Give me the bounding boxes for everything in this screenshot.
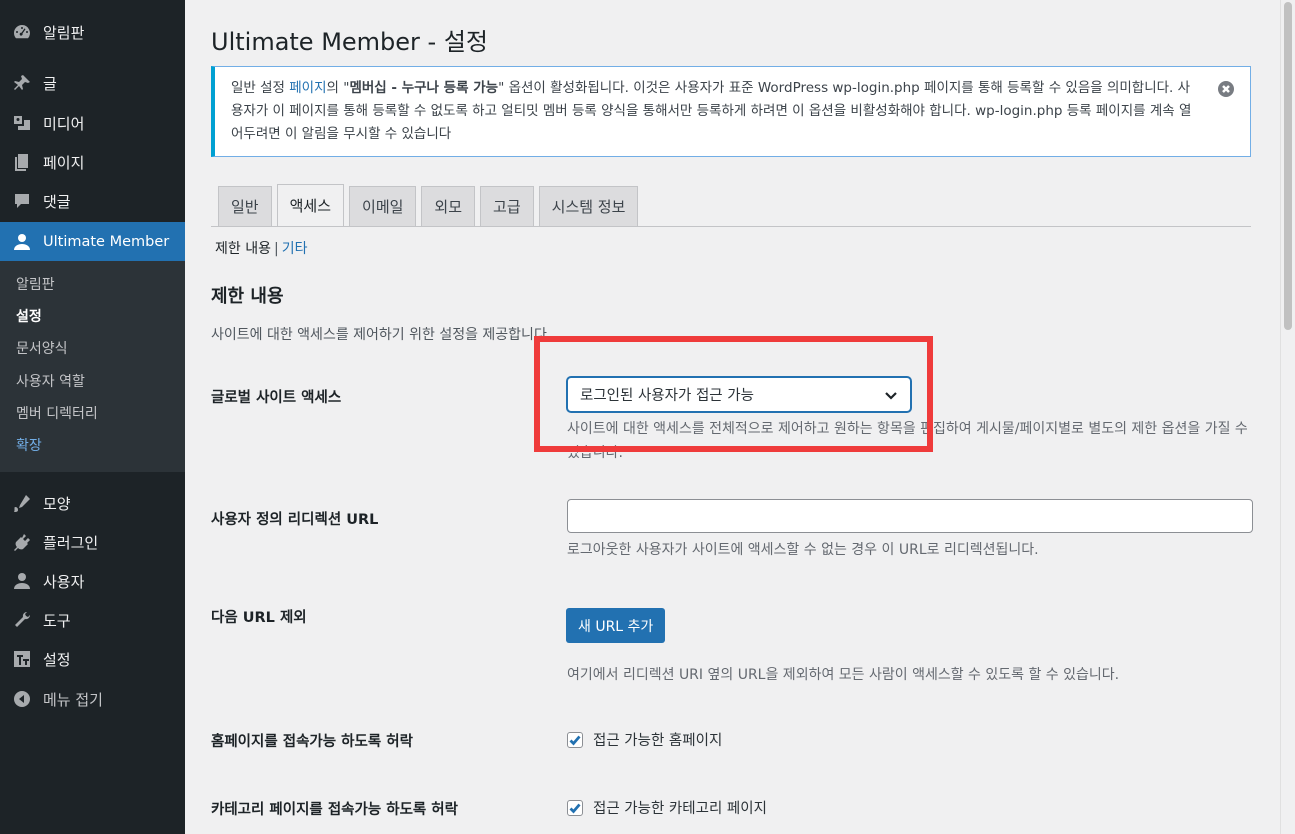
tab-appearance[interactable]: 외모 bbox=[421, 186, 476, 226]
global-access-selected-value: 로그인된 사용자가 접근 가능 bbox=[580, 388, 754, 404]
sidebar-item-plugins[interactable]: 플러그인 bbox=[0, 523, 185, 561]
settings-tabs: 일반 액세스 이메일 외모 고급 시스템 정보 bbox=[218, 184, 643, 226]
chevron-down-icon bbox=[885, 391, 897, 400]
sidebar-submenu: 알림판 설정 문서양식 사용자 역할 멤버 디렉터리 확장 bbox=[0, 261, 185, 472]
sidebar-item-media[interactable]: 미디어 bbox=[0, 104, 185, 142]
section-title: 제한 내용 bbox=[211, 286, 284, 307]
settings-icon bbox=[11, 648, 33, 670]
global-access-description: 사이트에 대한 액세스를 전체적으로 제어하고 원하는 항목을 편집하여 게시물… bbox=[567, 421, 1248, 461]
subnav-restriction-content[interactable]: 제한 내용 bbox=[215, 241, 271, 257]
add-url-button[interactable]: 새 URL 추가 bbox=[566, 608, 666, 643]
sidebar-item-label: 글 bbox=[43, 74, 57, 93]
checkmark-icon bbox=[569, 803, 581, 814]
notice-text: 일반 설정 bbox=[231, 80, 290, 96]
sidebar-item-label: 사용자 bbox=[43, 572, 85, 591]
page-title: Ultimate Member - 설정 bbox=[211, 28, 488, 56]
tools-icon bbox=[11, 609, 33, 631]
user-icon bbox=[11, 231, 33, 253]
tab-general[interactable]: 일반 bbox=[218, 186, 272, 226]
exclude-urls-label: 다음 URL 제외 bbox=[211, 610, 307, 626]
sidebar-item-tools[interactable]: 도구 bbox=[0, 601, 185, 639]
admin-notice: 일반 설정 페이지의 "멤버십 - 누구나 등록 가능" 옵션이 활성화됩니다.… bbox=[211, 66, 1251, 157]
checkmark-icon bbox=[569, 735, 581, 746]
exclude-urls-description: 여기에서 리디렉션 URI 옆의 URL을 제외하여 모든 사람이 액세스할 수… bbox=[567, 667, 1120, 683]
homepage-access-label: 홈페이지를 접속가능 하도록 허락 bbox=[211, 734, 413, 750]
sidebar-item-label: 설정 bbox=[43, 650, 71, 669]
sidebar-item-appearance[interactable]: 모양 bbox=[0, 484, 185, 522]
redirect-url-label: 사용자 정의 리디렉션 URL bbox=[211, 512, 379, 528]
admin-sidebar: 알림판 글 미디어 페이지 댓글 Ultimate Member 알림판 설정 … bbox=[0, 0, 185, 834]
global-access-label: 글로벌 사이트 액세스 bbox=[211, 390, 342, 406]
pin-icon bbox=[11, 72, 33, 94]
notice-text: 의 " bbox=[326, 80, 350, 96]
appearance-icon bbox=[11, 492, 33, 514]
sidebar-item-label: 댓글 bbox=[43, 192, 71, 211]
category-access-checkbox[interactable] bbox=[567, 799, 583, 816]
plugin-icon bbox=[11, 531, 33, 553]
notice-settings-link[interactable]: 페이지 bbox=[289, 80, 326, 96]
sidebar-item-comments[interactable]: 댓글 bbox=[0, 182, 185, 220]
dismiss-notice-icon[interactable] bbox=[1218, 81, 1234, 97]
sidebar-item-dashboard[interactable]: 알림판 bbox=[0, 13, 185, 51]
tab-email[interactable]: 이메일 bbox=[349, 186, 417, 226]
section-description: 사이트에 대한 액세스를 제어하기 위한 설정을 제공합니다. bbox=[211, 327, 552, 343]
sidebar-item-users[interactable]: 사용자 bbox=[0, 562, 185, 600]
category-access-label: 카테고리 페이지를 접속가능 하도록 허락 bbox=[211, 802, 458, 818]
tab-advanced[interactable]: 고급 bbox=[480, 186, 534, 226]
collapse-icon bbox=[11, 688, 33, 710]
redirect-url-description: 로그아웃한 사용자가 사이트에 액세스할 수 없는 경우 이 URL로 리디렉션… bbox=[567, 542, 1039, 558]
tab-divider bbox=[211, 226, 1251, 227]
submenu-item-forms[interactable]: 문서양식 bbox=[16, 339, 68, 359]
page-icon bbox=[11, 151, 33, 173]
homepage-access-checkbox[interactable] bbox=[567, 731, 583, 748]
sidebar-item-label: 메뉴 접기 bbox=[43, 690, 103, 709]
section-subnav: 제한 내용 | 기타 bbox=[215, 238, 307, 258]
sidebar-item-label: 도구 bbox=[43, 611, 71, 630]
sidebar-item-label: 플러그인 bbox=[43, 533, 99, 552]
notice-option-name: 멤버십 - 누구나 등록 가능 bbox=[349, 80, 499, 96]
submenu-item-member-directory[interactable]: 멤버 디렉터리 bbox=[16, 404, 98, 424]
sidebar-item-label: 미디어 bbox=[43, 114, 85, 133]
sidebar-item-label: Ultimate Member bbox=[43, 233, 170, 250]
global-access-select[interactable]: 로그인된 사용자가 접근 가능 bbox=[567, 377, 911, 412]
sidebar-item-settings[interactable]: 설정 bbox=[0, 640, 185, 678]
tab-access[interactable]: 액세스 bbox=[276, 184, 345, 226]
submenu-item-user-roles[interactable]: 사용자 역할 bbox=[16, 372, 85, 392]
media-icon bbox=[11, 112, 33, 134]
sidebar-item-label: 모양 bbox=[43, 494, 71, 513]
submenu-item-dashboard[interactable]: 알림판 bbox=[16, 275, 55, 295]
sidebar-item-label: 알림판 bbox=[43, 23, 85, 42]
tab-system-info[interactable]: 시스템 정보 bbox=[538, 186, 639, 226]
sidebar-item-ultimate-member[interactable]: Ultimate Member bbox=[0, 222, 185, 261]
subnav-separator: | bbox=[273, 241, 279, 257]
sidebar-item-label: 페이지 bbox=[43, 153, 85, 172]
users-icon bbox=[11, 570, 33, 592]
comment-icon bbox=[11, 190, 33, 212]
dashboard-icon bbox=[11, 21, 33, 43]
sidebar-item-posts[interactable]: 글 bbox=[0, 64, 185, 102]
submenu-item-extensions[interactable]: 확장 bbox=[16, 436, 42, 456]
sidebar-collapse-menu[interactable]: 메뉴 접기 bbox=[0, 680, 185, 718]
submenu-item-settings[interactable]: 설정 bbox=[16, 307, 42, 327]
homepage-access-checkbox-label: 접근 가능한 홈페이지 bbox=[593, 733, 723, 749]
subnav-other[interactable]: 기타 bbox=[282, 241, 308, 257]
page-scrollbar[interactable] bbox=[1280, 0, 1295, 834]
category-access-checkbox-label: 접근 가능한 카테고리 페이지 bbox=[593, 801, 767, 817]
homepage-access-option[interactable]: 접근 가능한 홈페이지 bbox=[567, 729, 722, 750]
sidebar-item-pages[interactable]: 페이지 bbox=[0, 143, 185, 181]
scrollbar-thumb[interactable] bbox=[1284, 2, 1292, 330]
redirect-url-input[interactable] bbox=[567, 499, 1253, 533]
main-content: Ultimate Member - 설정 일반 설정 페이지의 "멤버십 - 누… bbox=[185, 0, 1280, 834]
category-access-option[interactable]: 접근 가능한 카테고리 페이지 bbox=[567, 797, 767, 818]
